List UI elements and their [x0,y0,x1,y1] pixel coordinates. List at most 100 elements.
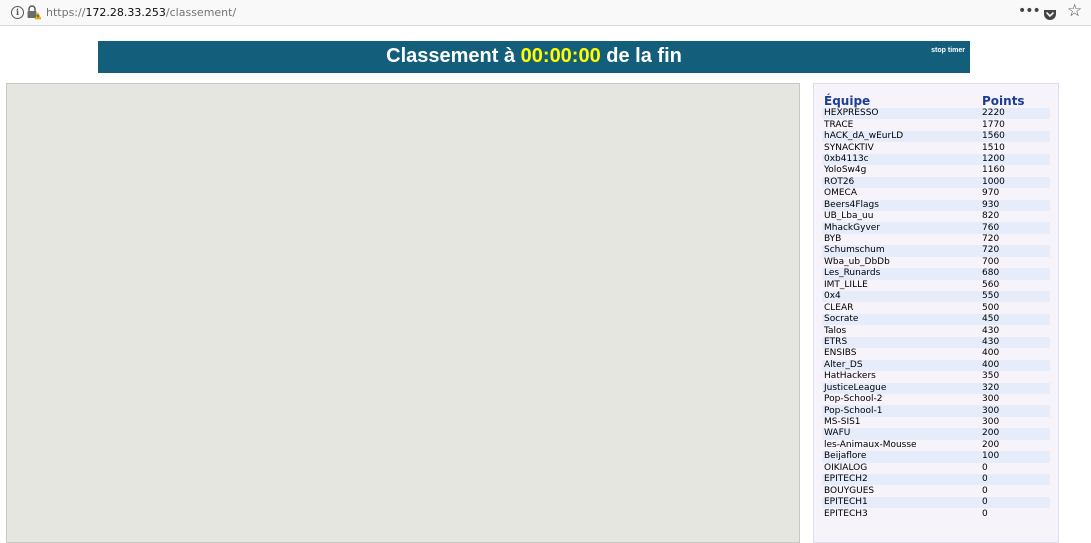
team-points: 550 [980,291,1050,303]
url-prefix: https:// [46,6,86,19]
team-name: Socrate [822,313,980,326]
team-points: 1770 [982,119,1005,130]
table-row: Pop-School-2 300 [822,394,1050,405]
team-name: les-Animaux-Mousse [824,439,917,450]
team-name: EPITECH3 [824,508,868,519]
table-row: EPITECH3 0 [822,508,1050,519]
url-host: 172.28.33.253 [85,6,166,19]
table-row: HatHackers 350 [822,371,1050,382]
title-suffix: de la fin [600,45,682,67]
table-row: CLEAR 500 [822,302,1050,313]
team-name: Talos [824,325,847,336]
team-name: ROT26 [822,176,980,189]
pocket-icon[interactable] [1043,6,1057,25]
table-row: hACK_dA_wEurLD 1560 [822,130,1050,143]
table-row: Beijaflore 100 [822,451,1050,463]
team-points: 560 [982,279,1000,290]
team-name: HatHackers [824,371,876,382]
info-icon[interactable]: i [11,6,24,19]
table-row: Les_Runards 680 [822,268,1050,280]
team-name: ENSIBS [824,348,857,359]
table-row: YoloSw4g 1160 [822,165,1050,176]
stop-timer-link[interactable]: stop timer [931,47,965,54]
team-name: EPITECH1 [822,496,980,509]
table-row: Socrate 450 [822,313,1050,326]
team-points: 720 [980,245,1050,257]
table-row: 0x4 550 [822,291,1050,303]
table-row: OIKIALOG 0 [822,463,1050,474]
table-row: Pop-School-1 300 [822,405,1050,417]
team-name: IMT_LILLE [824,279,868,290]
team-name: 0xb4113c [822,153,980,166]
browser-url-bar[interactable]: i https://172.28.33.253/classement/ ••• … [0,0,1091,26]
table-row: MS-SIS1 300 [822,417,1050,428]
table-row: BYB 720 [822,234,1050,245]
table-row: ROT26 1000 [822,176,1050,189]
team-name: Pop-School-2 [824,394,883,405]
chart-area [6,83,800,543]
team-points: 1160 [982,165,1005,176]
team-name: EPITECH2 [822,474,980,486]
table-row: ETRS 430 [822,336,1050,349]
team-points: 430 [980,336,1050,349]
team-points: 300 [982,417,1000,428]
scoreboard-header-row: Équipe Points [822,94,1050,108]
team-points: 0 [980,496,1050,509]
table-row: ENSIBS 400 [822,348,1050,359]
team-points: 200 [980,428,1050,440]
insecure-lock-icon[interactable] [25,4,42,24]
team-name: SYNACKTIV [824,142,874,153]
team-points: 400 [982,348,1000,359]
team-points: 300 [982,394,1000,405]
team-name: HEXPRESSO [822,108,980,120]
table-row: TRACE 1770 [822,119,1050,130]
team-points: 720 [982,234,1000,245]
team-points: 300 [980,405,1050,417]
table-row: Talos 430 [822,325,1050,336]
bookmark-star-icon[interactable]: ☆ [1067,1,1082,21]
countdown-timer: 00:00:00 [520,45,601,67]
team-points: 100 [980,451,1050,463]
team-name: 0x4 [822,291,980,303]
team-name: YoloSw4g [824,165,867,176]
table-row: EPITECH1 0 [822,496,1050,509]
table-row: SYNACKTIV 1510 [822,142,1050,153]
team-name: ETRS [822,336,980,349]
team-column-header: Équipe [824,94,871,108]
team-name: Pop-School-1 [822,405,980,417]
page-actions-more-icon[interactable]: ••• [1018,3,1041,19]
points-column-header: Points [982,94,1025,108]
team-points: 970 [982,188,1000,199]
team-name: OMECA [824,188,857,199]
team-name: WAFU [822,428,980,440]
url-path: /classement/ [165,6,237,19]
title-prefix: Classement à [386,45,521,67]
team-points: 400 [980,359,1050,372]
team-points: 0 [982,508,988,519]
table-row: MhackGyver 760 [822,222,1050,234]
team-name: Beers4Flags [822,199,980,211]
team-points: 700 [982,256,1000,267]
team-name: MS-SIS1 [824,417,861,428]
table-row: Alter_DS 400 [822,359,1050,372]
team-name: JusticeLeague [822,382,980,394]
team-name: Wba_ub_DbDb [824,256,890,267]
team-points: 2220 [980,108,1050,120]
table-row: IMT_LILLE 560 [822,280,1050,291]
team-points: 430 [982,325,1000,336]
team-points: 200 [982,439,1000,450]
team-name: Schumschum [822,245,980,257]
scoreboard-body: HEXPRESSO 2220 TRACE 1770 hACK_dA_wEurLD 1560… [822,108,1050,520]
team-name: OIKIALOG [824,462,868,473]
table-row: BOUYGUES 0 [822,485,1050,496]
team-name: hACK_dA_wEurLD [822,130,980,143]
scoreboard-table: Équipe Points HEXPRESSO 2220 TRACE 1770 hACK… [822,94,1050,520]
scoreboard-panel: Équipe Points HEXPRESSO 2220 TRACE 1770 hACK… [813,83,1059,543]
table-row: OMECA 970 [822,188,1050,199]
team-points: 0 [982,462,988,473]
team-points: 450 [980,313,1050,326]
page-title: Classement à 00:00:00 de la fin [98,45,970,68]
table-row: les-Animaux-Mousse 200 [822,440,1050,451]
url-text[interactable]: https://172.28.33.253/classement/ [46,6,236,19]
table-row: UB_Lba_uu 820 [822,211,1050,222]
